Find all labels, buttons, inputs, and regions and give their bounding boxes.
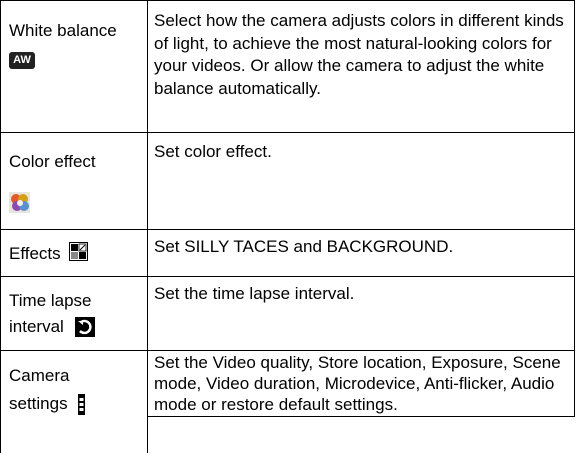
setting-name-line2: settings bbox=[9, 393, 68, 413]
table-row-effects-description: Set SILLY TACES and BACKGROUND. bbox=[154, 236, 574, 259]
table-column-divider bbox=[147, 0, 148, 453]
setting-description: Select how the camera adjusts colors in … bbox=[154, 11, 564, 98]
table-row-white-balance-name: White balance AW bbox=[9, 20, 145, 71]
row-divider bbox=[0, 276, 575, 277]
row-divider bbox=[0, 229, 575, 230]
table-border-top bbox=[0, 0, 575, 1]
setting-name-line1: Camera bbox=[9, 366, 70, 385]
table-border-right bbox=[574, 0, 575, 416]
setting-description: Set SILLY TACES and BACKGROUND. bbox=[154, 237, 454, 256]
setting-name: Effects bbox=[9, 244, 61, 263]
setting-description: Set the time lapse interval. bbox=[154, 284, 355, 303]
row-divider bbox=[0, 132, 575, 133]
table-row-white-balance-description: Select how the camera adjusts colors in … bbox=[154, 10, 574, 100]
color-effect-icon bbox=[9, 191, 30, 213]
table-row-camera-settings-description: Set the Video quality, Store location, E… bbox=[154, 352, 574, 415]
camera-settings-icon bbox=[78, 393, 86, 415]
table-row-time-lapse-name: Time lapse interval bbox=[9, 290, 145, 338]
table-row-color-effect-description: Set color effect. bbox=[154, 141, 574, 164]
table-row-camera-settings-name: Camera settings bbox=[9, 365, 145, 415]
setting-name: White balance bbox=[9, 21, 117, 40]
setting-name: Color effect bbox=[9, 152, 96, 171]
setting-description: Set color effect. bbox=[154, 142, 272, 161]
time-lapse-icon bbox=[74, 317, 95, 338]
table-border-left bbox=[0, 0, 1, 453]
row-divider bbox=[0, 350, 575, 351]
setting-description: Set the Video quality, Store location, E… bbox=[154, 353, 561, 414]
white-balance-auto-icon: AW bbox=[9, 51, 35, 69]
effects-icon bbox=[69, 242, 89, 262]
setting-name-line1: Time lapse bbox=[9, 291, 92, 310]
table-row-effects-name: Effects bbox=[9, 242, 145, 266]
settings-table: White balance AW Select how the camera a… bbox=[0, 0, 581, 453]
table-row-time-lapse-description: Set the time lapse interval. bbox=[154, 283, 574, 306]
table-border-bottom-partial bbox=[147, 416, 575, 417]
setting-name-line2: interval bbox=[9, 316, 64, 336]
table-row-color-effect-name: Color effect bbox=[9, 151, 145, 213]
